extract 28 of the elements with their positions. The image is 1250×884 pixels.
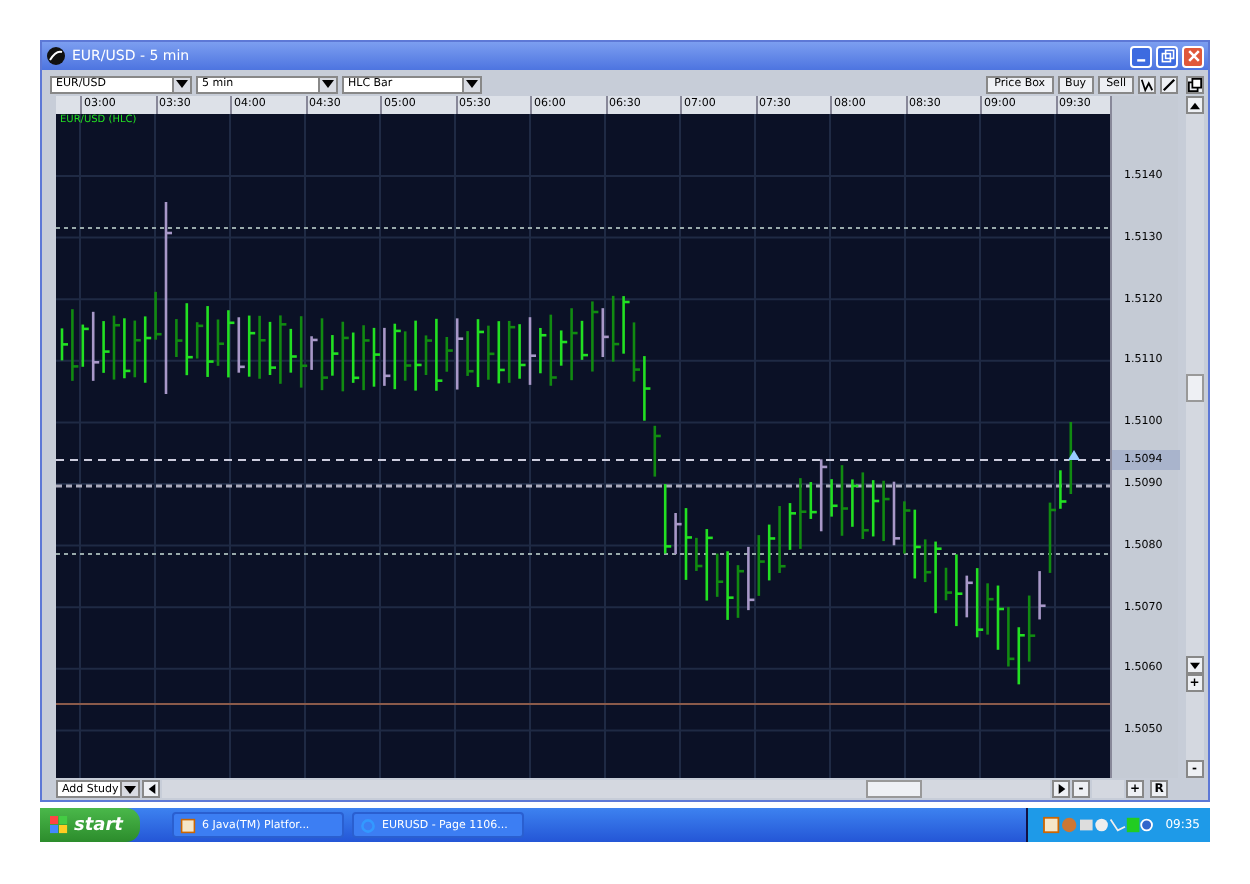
caret-icon xyxy=(176,80,188,88)
windows-flag-icon xyxy=(50,816,68,834)
scroll-thumb[interactable] xyxy=(866,780,922,798)
close-button[interactable] xyxy=(1182,45,1204,67)
diagonal-line-icon xyxy=(1162,77,1176,91)
caret-icon xyxy=(322,80,334,88)
globe-icon xyxy=(46,46,66,66)
restore-button[interactable] xyxy=(1156,45,1178,67)
close-icon xyxy=(1185,48,1201,64)
caret-icon xyxy=(466,80,478,88)
restore-icon xyxy=(1159,48,1175,64)
scroll-thumb[interactable] xyxy=(1185,374,1204,402)
tray-icons-drawing xyxy=(1037,816,1158,834)
arrow-left-icon xyxy=(147,784,155,794)
zigzag-icon xyxy=(1140,77,1154,91)
caret-icon xyxy=(124,785,136,793)
line-tool-button[interactable] xyxy=(1160,75,1178,93)
scroll-up-button[interactable] xyxy=(1185,96,1204,114)
minimize-button[interactable] xyxy=(1130,45,1152,67)
draw-tool-button[interactable] xyxy=(1138,75,1156,93)
scroll-right-button[interactable] xyxy=(1052,780,1070,798)
arrow-down-icon xyxy=(1189,661,1200,669)
scroll-down-button[interactable] xyxy=(1185,656,1204,674)
scroll-left-button[interactable] xyxy=(142,780,160,798)
arrow-up-icon xyxy=(1189,101,1200,109)
windows-icon xyxy=(1188,77,1202,91)
detach-button[interactable] xyxy=(1186,75,1204,93)
arrow-right-icon xyxy=(1057,784,1065,794)
